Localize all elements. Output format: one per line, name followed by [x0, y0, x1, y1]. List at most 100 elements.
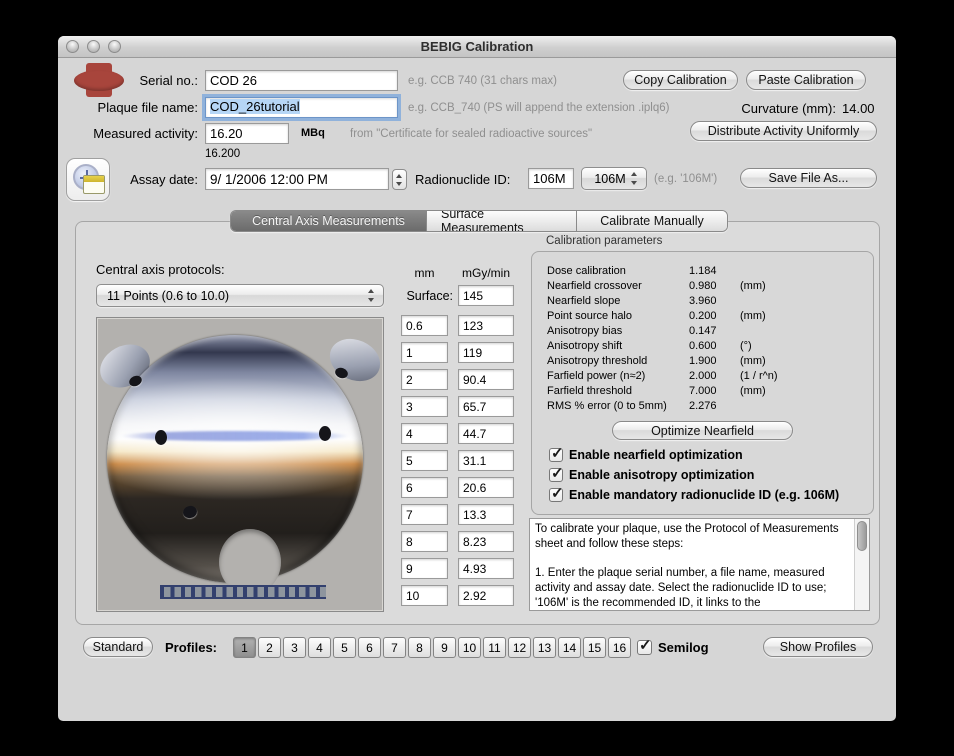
selected-text: COD_26tutorial	[210, 99, 300, 114]
standard-button[interactable]: Standard	[83, 637, 153, 657]
surface-label: Surface:	[406, 289, 453, 303]
protocols-label: Central axis protocols:	[96, 262, 225, 277]
dose-rate-input[interactable]	[458, 396, 514, 417]
paste-calibration-button[interactable]: Paste Calibration	[746, 70, 866, 90]
checkbox[interactable]: ✓	[549, 485, 564, 502]
dose-rate-input[interactable]	[458, 585, 514, 606]
depth-mm-input[interactable]	[401, 369, 448, 390]
show-profiles-button[interactable]: Show Profiles	[763, 637, 873, 657]
radionuclide-id-input[interactable]	[528, 168, 574, 189]
save-file-as-button[interactable]: Save File As...	[740, 168, 877, 188]
depth-mm-input[interactable]	[401, 585, 448, 606]
serial-label: Serial no.:	[139, 73, 198, 88]
radionuclide-hint: (e.g. '106M')	[654, 173, 718, 185]
scrollbar-thumb[interactable]	[857, 521, 867, 551]
dose-rate-input[interactable]	[458, 504, 514, 525]
dose-rate-input[interactable]	[458, 315, 514, 336]
calibration-param-row: Anisotropy threshold 1.900 (mm)	[547, 355, 766, 370]
dose-rate-input[interactable]	[458, 423, 514, 444]
checkbox[interactable]: ✓	[549, 445, 564, 462]
assay-date-label: Assay date:	[130, 172, 198, 187]
depth-mm-input[interactable]	[401, 450, 448, 471]
profile-button-14[interactable]: 14	[558, 637, 581, 658]
depth-mm-input[interactable]	[401, 477, 448, 498]
tab-surface-measurements[interactable]: Surface Measurements	[427, 211, 577, 231]
tab-calibrate-manually[interactable]: Calibrate Manually	[577, 211, 727, 231]
param-unit: (mm)	[740, 280, 766, 292]
profile-button-4[interactable]: 4	[308, 637, 331, 658]
tab-bar: Central Axis Measurements Surface Measur…	[230, 210, 728, 232]
param-label: Point source halo	[547, 310, 632, 322]
assay-date-input[interactable]	[205, 168, 389, 190]
protocols-popup[interactable]: 11 Points (0.6 to 10.0)	[96, 284, 384, 307]
semilog-checkbox[interactable]: ✓	[637, 637, 652, 655]
param-label: Farfield threshold	[547, 385, 632, 397]
copy-calibration-button[interactable]: Copy Calibration	[623, 70, 738, 90]
dose-rate-input[interactable]	[458, 558, 514, 579]
profile-button-16[interactable]: 16	[608, 637, 631, 658]
profile-button-12[interactable]: 12	[508, 637, 531, 658]
checkbox[interactable]: ✓	[549, 465, 564, 482]
depth-mm-input[interactable]	[401, 504, 448, 525]
activity-unit-label: MBq	[301, 127, 325, 139]
param-unit: (mm)	[740, 355, 766, 367]
param-value: 2.276	[689, 400, 717, 412]
measured-activity-label: Measured activity:	[93, 126, 198, 141]
profile-button-13[interactable]: 13	[533, 637, 556, 658]
semilog-label: Semilog	[658, 640, 709, 655]
profile-button-6[interactable]: 6	[358, 637, 381, 658]
scale-ruler	[160, 585, 326, 599]
scrollbar[interactable]	[854, 519, 869, 610]
dose-rate-input[interactable]	[458, 369, 514, 390]
profile-button-11[interactable]: 11	[483, 637, 506, 658]
profile-button-15[interactable]: 15	[583, 637, 606, 658]
param-unit: (mm)	[740, 310, 766, 322]
tab-central-axis-measurements[interactable]: Central Axis Measurements	[231, 211, 427, 231]
distribute-activity-button[interactable]: Distribute Activity Uniformly	[690, 121, 877, 141]
dose-rate-input[interactable]	[458, 477, 514, 498]
window-title: BEBIG Calibration	[420, 39, 534, 54]
profile-button-group: 1 2 3 4 5 6 7 8 9 10 11 12 13 14 15 16	[233, 637, 631, 658]
profile-button-10[interactable]: 10	[458, 637, 481, 658]
profiles-label: Profiles:	[165, 640, 218, 655]
semilog-checkbox-row[interactable]: ✓ Semilog	[637, 637, 709, 655]
column-header-dose: mGy/min	[462, 266, 510, 280]
param-label: Nearfield slope	[547, 295, 621, 307]
radionuclide-popup[interactable]: 106M	[581, 167, 647, 190]
depth-mm-input[interactable]	[401, 315, 448, 336]
profile-button-8[interactable]: 8	[408, 637, 431, 658]
dose-rate-input[interactable]	[458, 342, 514, 363]
depth-mm-input[interactable]	[401, 531, 448, 552]
depth-mm-input[interactable]	[401, 342, 448, 363]
plaque-file-name-input[interactable]: COD_26tutorial	[205, 97, 398, 118]
profile-button-5[interactable]: 5	[333, 637, 356, 658]
measured-activity-input[interactable]	[205, 123, 289, 144]
depth-mm-input[interactable]	[401, 558, 448, 579]
surface-dose-input[interactable]	[458, 285, 514, 306]
optimization-checkbox-row[interactable]: ✓ Enable anisotropy optimization	[549, 465, 754, 482]
serial-hint: e.g. CCB 740 (31 chars max)	[408, 75, 557, 87]
serial-input[interactable]	[205, 70, 398, 91]
optimization-checkbox-row[interactable]: ✓ Enable nearfield optimization	[549, 445, 743, 462]
titlebar: BEBIG Calibration	[58, 36, 896, 58]
profile-button-3[interactable]: 3	[283, 637, 306, 658]
column-header-mm: mm	[414, 266, 435, 280]
calibration-param-row: Nearfield crossover 0.980 (mm)	[547, 280, 766, 295]
dose-rate-input[interactable]	[458, 531, 514, 552]
calibration-param-row: Anisotropy bias 0.147	[547, 325, 717, 340]
help-text-area[interactable]: To calibrate your plaque, use the Protoc…	[529, 518, 870, 611]
optimization-checkbox-row[interactable]: ✓ Enable mandatory radionuclide ID (e.g. …	[549, 485, 839, 502]
calibration-param-row: Point source halo 0.200 (mm)	[547, 310, 766, 325]
param-label: Anisotropy bias	[547, 325, 623, 337]
profile-button-1[interactable]: 1	[233, 637, 256, 658]
plaque-file-name-hint: e.g. CCB_740 (PS will append the extensi…	[408, 102, 670, 114]
depth-mm-input[interactable]	[401, 396, 448, 417]
profile-button-9[interactable]: 9	[433, 637, 456, 658]
assay-date-stepper[interactable]	[392, 169, 407, 190]
param-label: Anisotropy threshold	[547, 355, 648, 367]
dose-rate-input[interactable]	[458, 450, 514, 471]
depth-mm-input[interactable]	[401, 423, 448, 444]
profile-button-2[interactable]: 2	[258, 637, 281, 658]
profile-button-7[interactable]: 7	[383, 637, 406, 658]
optimize-nearfield-button[interactable]: Optimize Nearfield	[612, 421, 793, 440]
